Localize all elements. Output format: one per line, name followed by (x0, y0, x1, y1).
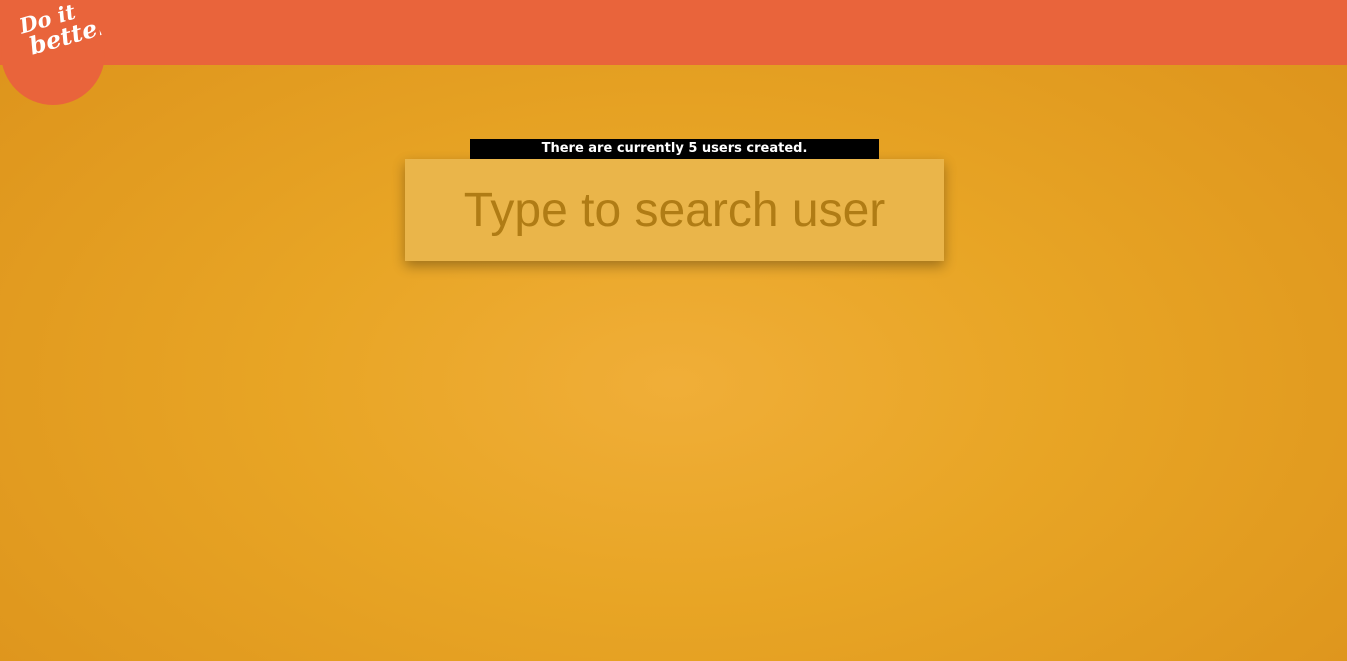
search-box (405, 159, 944, 261)
search-user-input[interactable] (405, 159, 944, 261)
top-header-bar (0, 0, 1347, 65)
do-it-better-logo[interactable]: Do it better (1, 1, 105, 105)
user-count-banner: There are currently 5 users created. (470, 139, 879, 159)
logo-text: Do it better (15, 1, 105, 61)
